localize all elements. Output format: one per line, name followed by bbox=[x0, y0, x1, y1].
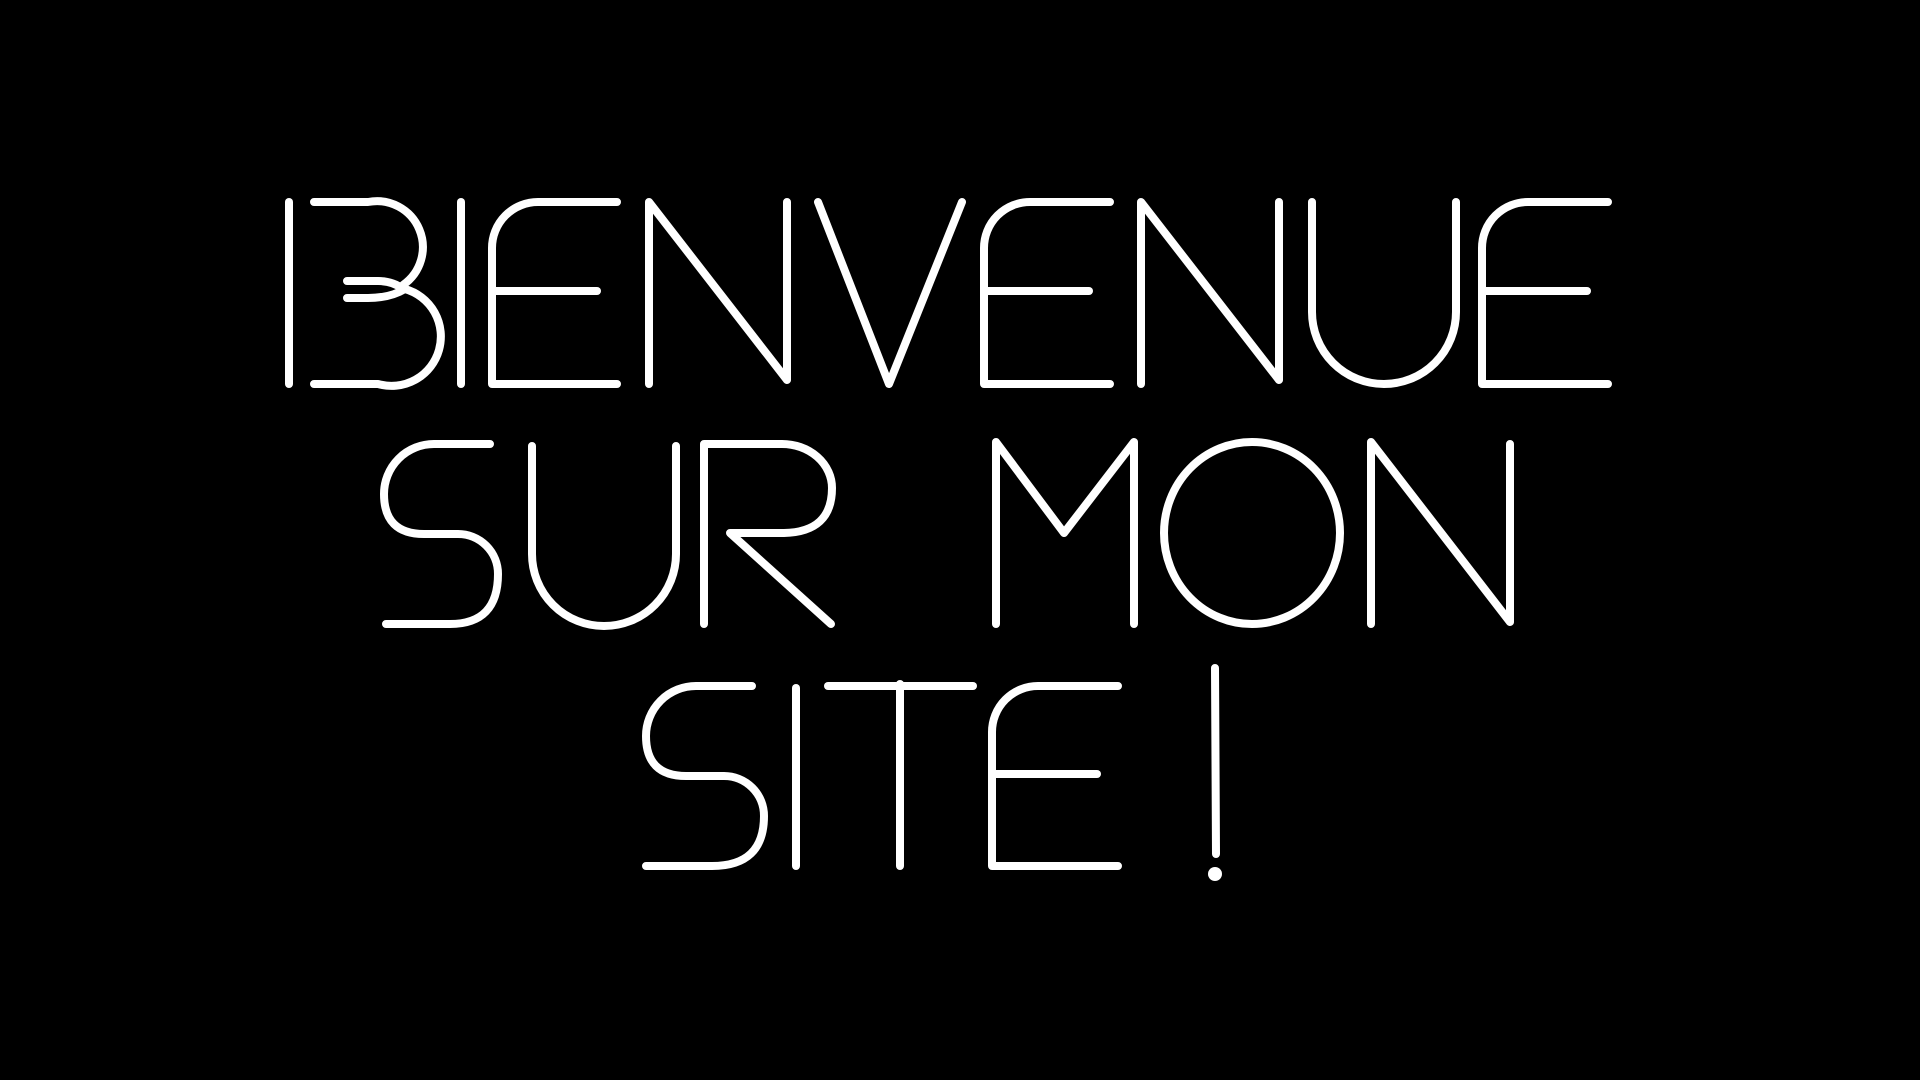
letter-u bbox=[1308, 198, 1460, 388]
letter-u bbox=[528, 442, 680, 630]
letter-v bbox=[814, 198, 966, 388]
welcome-lettering bbox=[285, 197, 1612, 881]
letter-b bbox=[285, 197, 445, 390]
letter-o bbox=[1160, 438, 1344, 628]
letter-e bbox=[980, 198, 1114, 388]
letter-s bbox=[642, 682, 768, 870]
welcome-heading: BIENVENUE SUR MON SITE ! bbox=[0, 0, 1920, 1080]
welcome-line-3-lettering bbox=[642, 664, 1222, 881]
letter-e bbox=[488, 198, 621, 388]
welcome-line-2-lettering bbox=[380, 438, 1514, 630]
letter-t bbox=[824, 680, 977, 870]
letter-e bbox=[988, 682, 1122, 870]
letter-m bbox=[992, 438, 1138, 628]
letter-n bbox=[1367, 438, 1514, 628]
letter-r bbox=[700, 440, 836, 628]
letter-n bbox=[1137, 198, 1283, 388]
letter-n bbox=[645, 198, 791, 388]
exclamation-mark bbox=[1211, 664, 1220, 858]
page-canvas: BIENVENUE SUR MON SITE ! bbox=[0, 0, 1920, 1080]
letter-e bbox=[1478, 198, 1612, 388]
letter-s bbox=[380, 440, 502, 628]
exclamation-dot bbox=[1208, 867, 1222, 881]
welcome-line-1-lettering bbox=[285, 197, 1612, 390]
